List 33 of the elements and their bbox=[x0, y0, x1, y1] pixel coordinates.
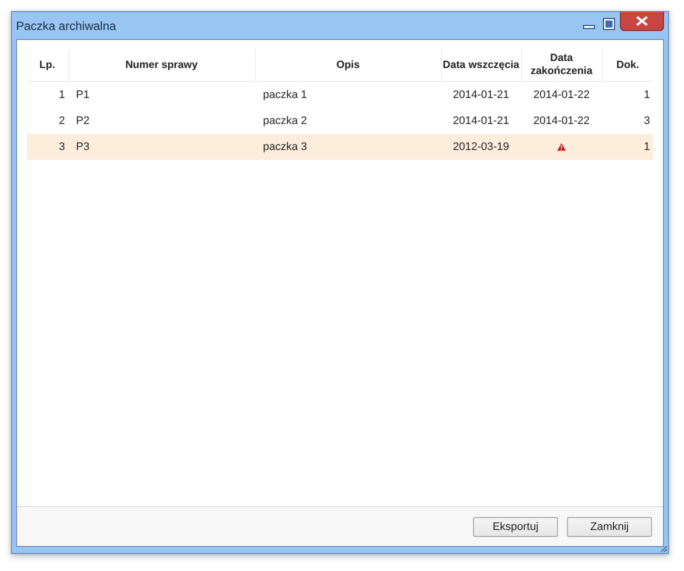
table-cell: paczka 2 bbox=[255, 108, 441, 134]
column-header[interactable]: Data wszczęcia bbox=[441, 49, 521, 82]
column-header[interactable]: Data zakończenia bbox=[521, 49, 602, 82]
resize-grip-icon bbox=[661, 546, 667, 552]
close-icon bbox=[636, 16, 648, 26]
table-cell: 2014-01-22 bbox=[521, 108, 602, 134]
table-row[interactable]: 1 P1 paczka 1 2014-01-21 2014-01-22 1 bbox=[27, 82, 653, 108]
table-cell: paczka 3 bbox=[255, 134, 441, 160]
table-cell: 2014-01-21 bbox=[441, 108, 521, 134]
dialog-button[interactable]: Zamknij bbox=[567, 516, 652, 536]
table-cell: 1 bbox=[602, 82, 653, 108]
column-header[interactable]: Lp. bbox=[27, 49, 68, 82]
close-button[interactable] bbox=[620, 12, 664, 31]
table-cell: 3 bbox=[27, 134, 68, 160]
table-cell: 1 bbox=[602, 134, 653, 160]
minimize-icon bbox=[583, 25, 595, 29]
dialog-button[interactable]: Eksportuj bbox=[473, 516, 558, 536]
table-cell: 2014-01-22 bbox=[521, 82, 602, 108]
table-cell: 2 bbox=[27, 108, 68, 134]
table-cell: 2012-03-19 bbox=[441, 134, 521, 160]
table-cell: paczka 1 bbox=[255, 82, 441, 108]
table-row[interactable]: 2 P2 paczka 2 2014-01-21 2014-01-22 3 bbox=[27, 108, 653, 134]
table-cell: P3 bbox=[68, 134, 255, 160]
table-cell: P2 bbox=[68, 108, 255, 134]
column-header[interactable]: Dok. bbox=[602, 49, 653, 82]
window-title: Paczka archiwalna bbox=[16, 18, 116, 32]
column-header[interactable]: Numer sprawy bbox=[68, 49, 255, 82]
maximize-icon bbox=[603, 18, 615, 30]
column-header[interactable]: Opis bbox=[255, 49, 441, 82]
table-cell: P1 bbox=[68, 82, 255, 108]
table-cell: 2014-01-21 bbox=[441, 82, 521, 108]
table-cell: 3 bbox=[602, 108, 653, 134]
table-cell: 1 bbox=[27, 82, 68, 108]
